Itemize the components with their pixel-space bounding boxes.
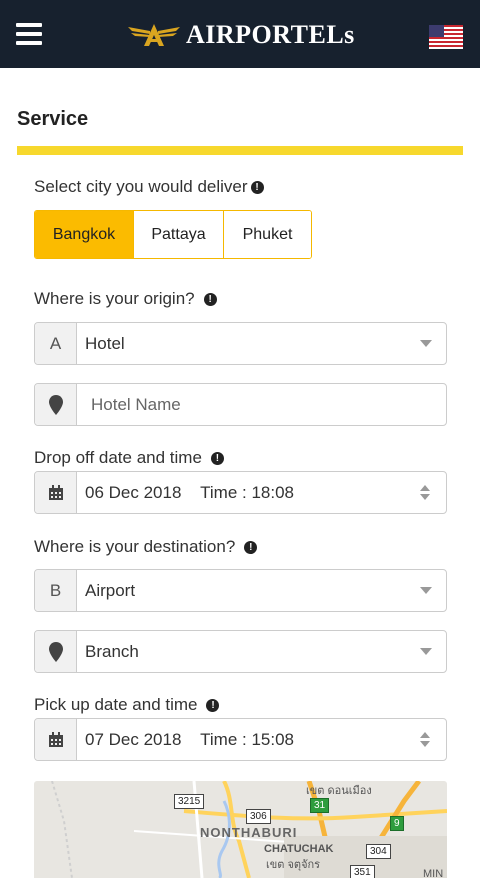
calendar-icon <box>35 719 77 760</box>
chevron-down-icon <box>420 648 432 655</box>
logo-text: AIRPORTELs <box>186 20 355 49</box>
route-shield: 31 <box>310 798 330 813</box>
section-divider <box>17 146 463 155</box>
branch-select[interactable]: Branch <box>34 630 447 673</box>
map-edge-label: MIN <box>423 868 444 878</box>
dropoff-label: Drop off date and time ! <box>34 448 224 468</box>
pickup-time: Time : 15:08 <box>200 729 294 749</box>
dropoff-datetime-picker[interactable]: 06 Dec 2018 Time : 18:08 <box>34 471 447 514</box>
origin-label: Where is your origin? ! <box>34 289 217 309</box>
city-label: Select city you would deliver ! <box>34 177 264 197</box>
city-selector: Bangkok Pattaya Phuket <box>34 210 312 259</box>
map-place-label: NONTHABURI <box>200 825 298 840</box>
route-shield: 9 <box>390 816 404 831</box>
route-shield: 306 <box>246 809 271 824</box>
section-title: Service <box>17 108 89 130</box>
info-icon[interactable]: ! <box>206 698 220 712</box>
chevron-down-icon <box>420 340 432 347</box>
origin-prefix: A <box>35 323 77 364</box>
wings-logo-icon <box>128 24 180 46</box>
dropoff-time: Time : 18:08 <box>200 482 294 502</box>
hotel-name-field[interactable]: Hotel Name <box>34 383 447 426</box>
route-shield: 3215 <box>174 794 205 809</box>
destination-type-value: Airport <box>85 580 136 600</box>
hotel-name-input[interactable]: Hotel Name <box>77 395 446 415</box>
origin-type-value: Hotel <box>85 333 125 353</box>
hamburger-menu-icon[interactable] <box>16 23 42 45</box>
info-icon[interactable]: ! <box>210 451 224 465</box>
map-view[interactable]: 3215 306 31 9 304 351 เขต ดอนเมือง NONTH… <box>34 781 447 878</box>
location-pin-icon <box>35 631 77 672</box>
branch-value: Branch <box>85 641 139 661</box>
location-pin-icon <box>35 384 77 425</box>
destination-prefix: B <box>35 570 77 611</box>
airportels-logo[interactable]: AIRPORTELs <box>128 20 355 50</box>
dropoff-date: 06 Dec 2018 <box>85 482 182 502</box>
info-icon[interactable]: ! <box>203 292 217 306</box>
calendar-icon <box>35 472 77 513</box>
us-flag-icon[interactable] <box>429 25 463 49</box>
map-district-label: CHATUCHAK <box>264 843 334 855</box>
pickup-datetime-picker[interactable]: 07 Dec 2018 Time : 15:08 <box>34 718 447 761</box>
city-option-bangkok[interactable]: Bangkok <box>35 211 134 258</box>
info-icon[interactable]: ! <box>250 180 264 194</box>
info-icon[interactable]: ! <box>244 540 258 554</box>
chevron-down-icon <box>420 587 432 594</box>
spinner-icon[interactable] <box>420 732 430 747</box>
destination-label: Where is your destination? ! <box>34 537 258 557</box>
spinner-icon[interactable] <box>420 485 430 500</box>
pickup-label: Pick up date and time ! <box>34 695 220 715</box>
route-shield: 351 <box>350 865 375 878</box>
origin-type-select[interactable]: A Hotel <box>34 322 447 365</box>
route-shield: 304 <box>366 844 391 859</box>
top-navigation-bar: AIRPORTELs <box>0 0 480 68</box>
city-option-phuket[interactable]: Phuket <box>224 211 311 258</box>
map-area-label: เขต ดอนเมือง <box>306 785 372 797</box>
map-district-thai-label: เขต จตุจักร <box>266 859 321 871</box>
destination-type-select[interactable]: B Airport <box>34 569 447 612</box>
city-option-pattaya[interactable]: Pattaya <box>134 211 224 258</box>
pickup-date: 07 Dec 2018 <box>85 729 182 749</box>
